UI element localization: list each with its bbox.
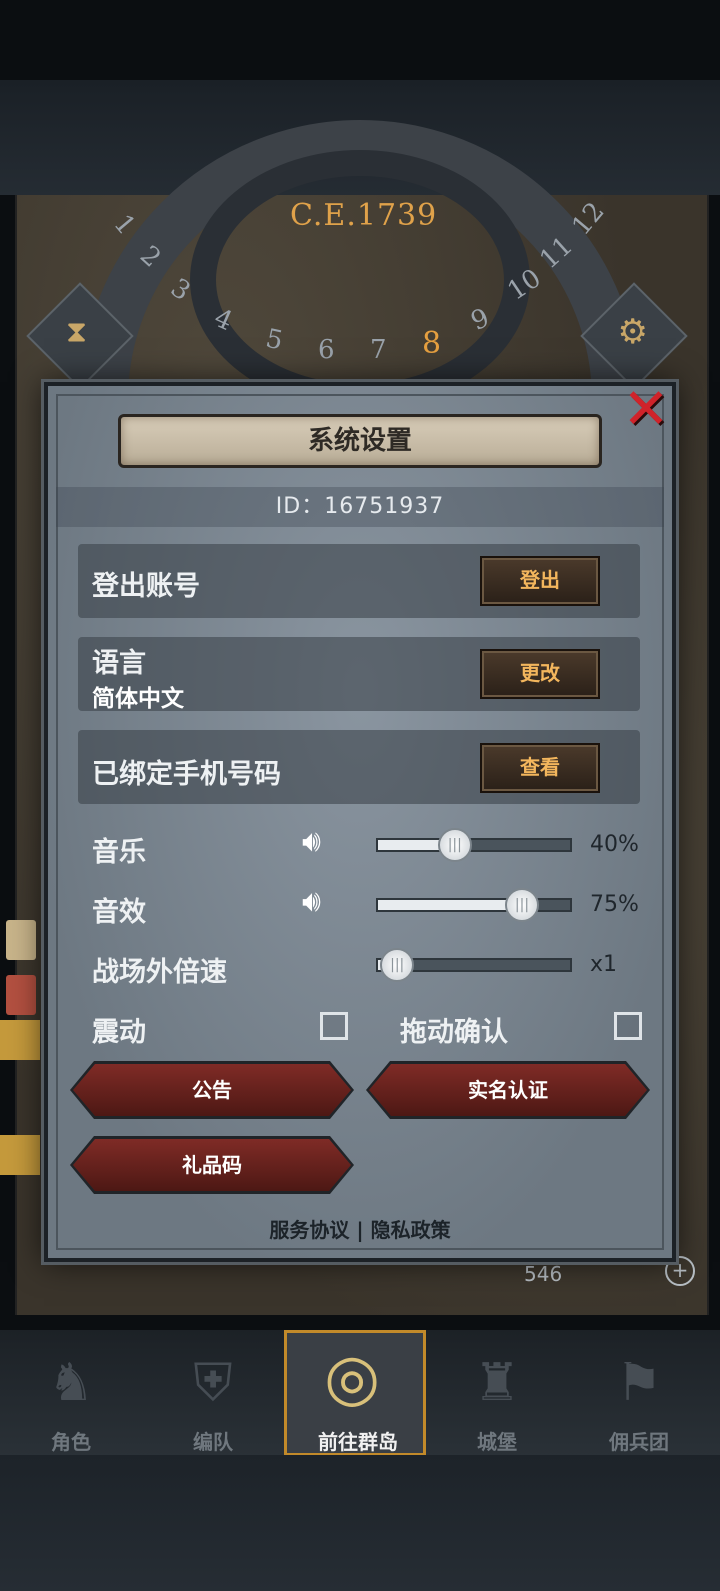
realname-button[interactable]: 实名认证 [369,1064,647,1116]
ring-number: 6 [318,335,335,365]
helmet-icon: ⛨ [193,1353,233,1413]
sfx-label: 音效 [92,897,146,928]
nav-item-formation[interactable]: ⛨ 编队 [142,1330,284,1456]
user-id: ID：16751937 [56,487,664,527]
close-icon[interactable]: ✕ [616,382,676,442]
gem-count: 546 [524,1262,563,1286]
speed-value: x1 [590,952,618,977]
nav-label: 编队 [193,1430,233,1454]
check-icon[interactable] [0,1020,40,1060]
nav-label: 城堡 [477,1430,517,1454]
change-language-button[interactable]: 更改 [480,649,600,699]
language-label: 语言 [92,648,146,679]
speed-label: 战场外倍速 [92,957,227,988]
speed-slider-thumb[interactable]: ||| [380,948,415,982]
giftcode-button[interactable]: 礼品码 [73,1139,351,1191]
sfx-value: 75% [590,892,639,917]
privacy-link[interactable]: 隐私政策 [371,1218,451,1242]
nav-item-islands[interactable]: ◎ 前往群岛 [284,1330,426,1456]
sfx-slider[interactable]: ||| [376,888,572,922]
quest-icon[interactable] [6,975,36,1015]
logout-button[interactable]: 登出 [480,556,600,606]
notice-button[interactable]: 公告 [73,1064,351,1116]
nav-item-character[interactable]: ♞ 角色 [0,1330,142,1456]
scroll-icon[interactable] [6,920,36,960]
speed-slider[interactable]: ||| [376,948,572,982]
year-label: C.E.1739 [290,198,438,233]
bottom-band [0,1455,720,1591]
speaker-icon[interactable]: 🔊︎ [302,884,321,919]
gear-icon: ⚙ [617,311,648,352]
nav-item-castle[interactable]: ♜ 城堡 [426,1330,568,1456]
music-slider-thumb[interactable]: ||| [437,828,472,862]
ring-number-active: 8 [422,326,442,361]
nav-label: 角色 [51,1430,91,1454]
phone-label: 已绑定手机号码 [92,759,281,790]
terms-link[interactable]: 服务协议 [269,1218,349,1242]
knight-icon: ♞ [47,1353,95,1413]
footer-separator: | [356,1218,364,1242]
nav-label: 佣兵团 [609,1430,669,1454]
speaker-icon[interactable]: 🔊︎ [302,824,321,859]
sfx-slider-fill [378,900,522,910]
logout-label: 登出账号 [92,571,200,602]
language-value: 简体中文 [92,686,184,712]
sfx-slider-thumb[interactable]: ||| [505,888,539,922]
view-phone-button[interactable]: 查看 [480,743,600,793]
dialog-title: 系统设置 [118,414,602,468]
castle-icon: ♜ [473,1353,521,1413]
drag-confirm-label: 拖动确认 [400,1017,508,1048]
vibrate-checkbox[interactable] [320,1012,348,1040]
globe-icon: ◎ [324,1341,380,1415]
drag-confirm-checkbox[interactable] [614,1012,642,1040]
nav-label: 前往群岛 [318,1430,398,1454]
vibrate-label: 震动 [92,1017,146,1048]
phone-row: 已绑定手机号码 查看 [78,730,640,804]
calendar-ring-inner [190,150,530,410]
search-icon[interactable] [0,1135,40,1175]
music-value: 40% [590,832,639,857]
music-label: 音乐 [92,837,146,868]
bottom-nav: ♞ 角色 ⛨ 编队 ◎ 前往群岛 ♜ 城堡 ⚑ 佣兵团 [0,1330,720,1456]
footer-links: 服务协议 | 隐私政策 [0,1214,720,1243]
logout-row: 登出账号 登出 [78,544,640,618]
hourglass-icon: ⧗ [65,314,88,350]
music-slider[interactable]: ||| [376,828,572,862]
language-row: 语言 简体中文 更改 [78,637,640,712]
banner-icon: ⚑ [615,1353,663,1413]
ring-number: 7 [370,335,387,365]
nav-item-mercenary[interactable]: ⚑ 佣兵团 [568,1330,710,1456]
